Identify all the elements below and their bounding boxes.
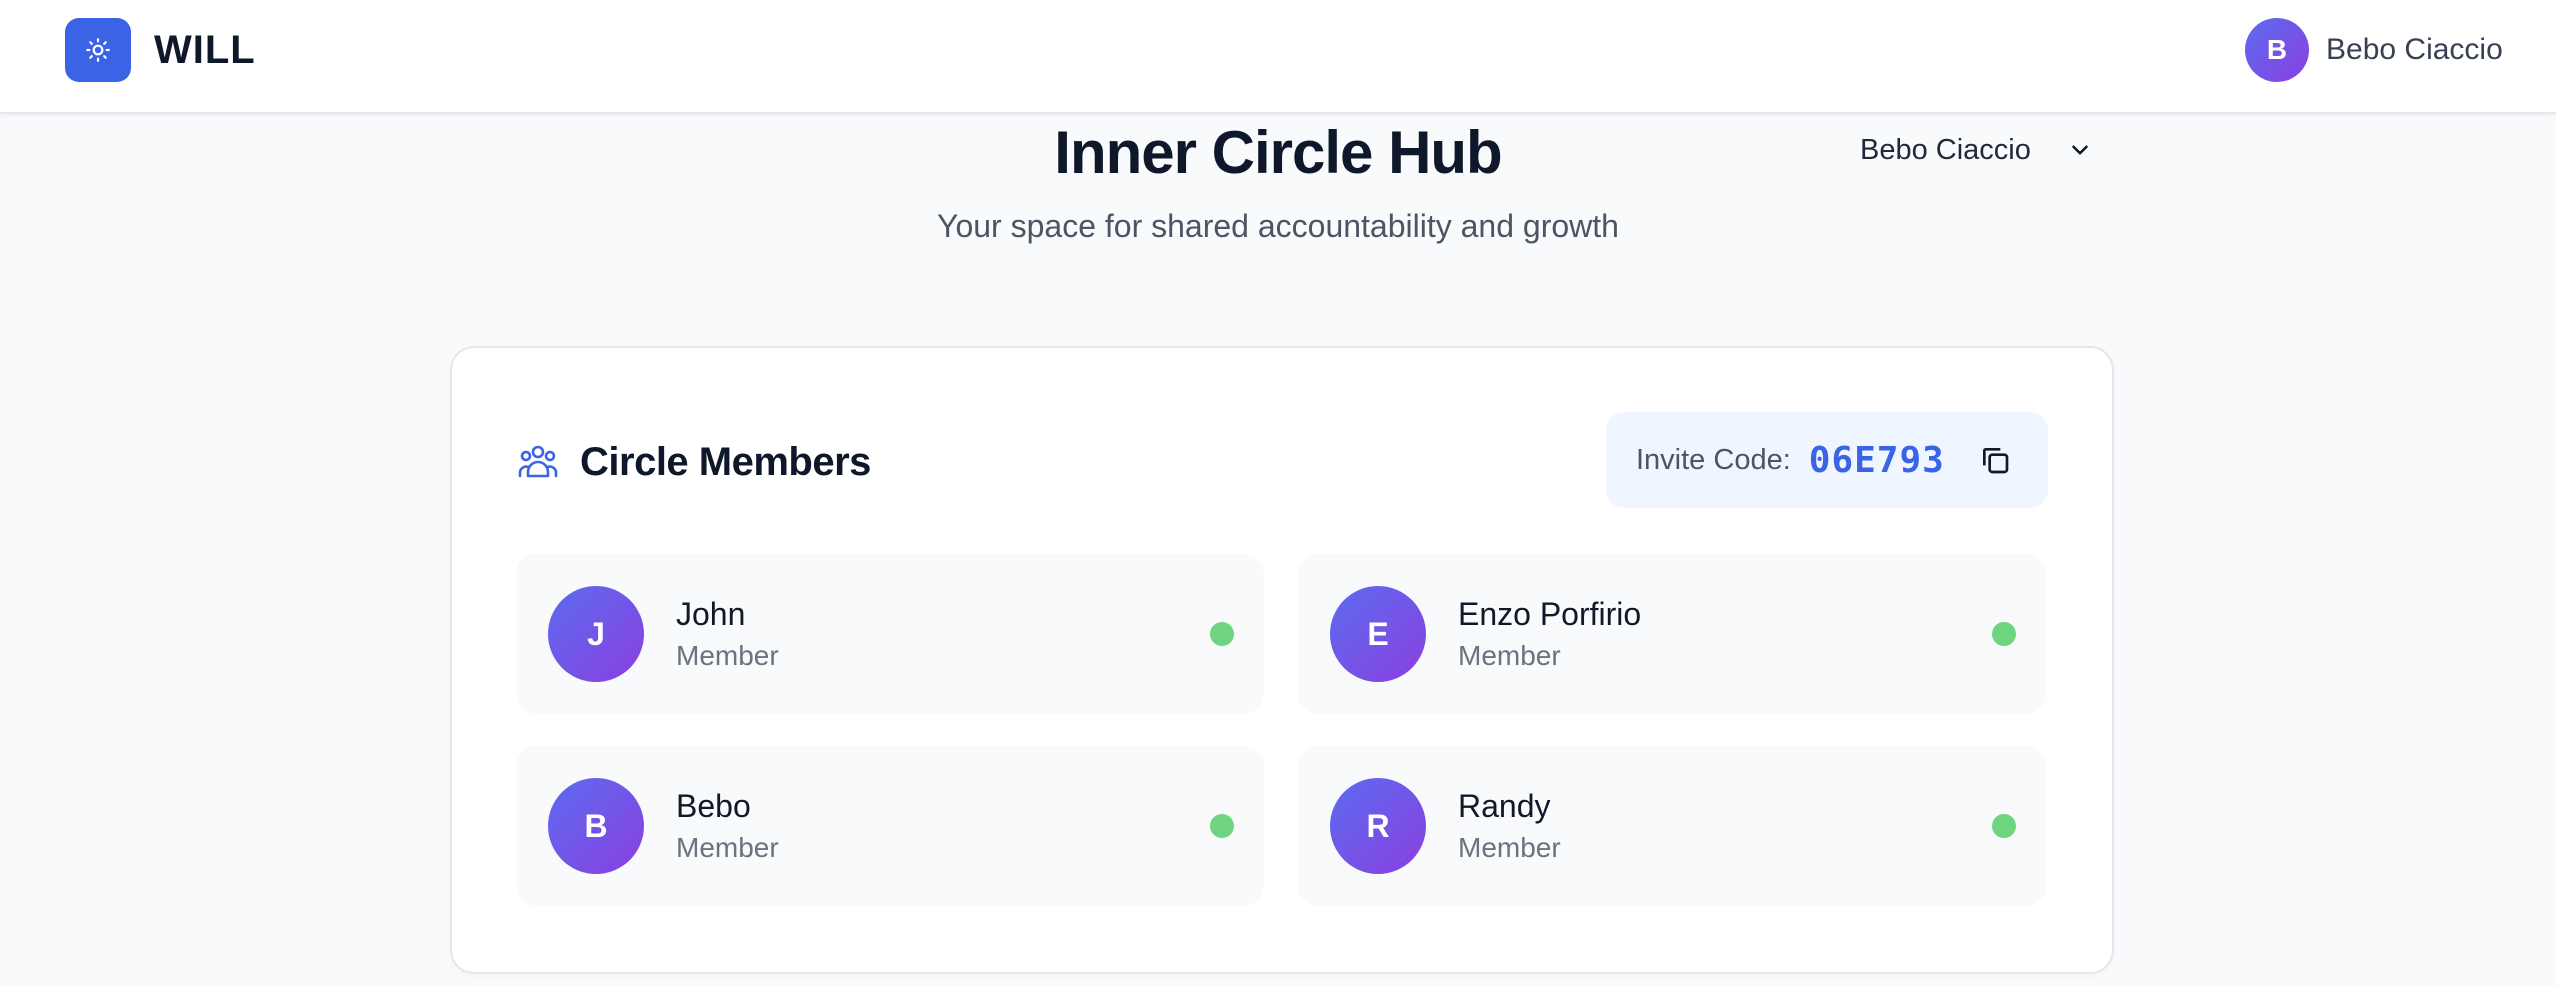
users-group-icon — [518, 445, 558, 478]
member-name: Enzo Porfirio — [1458, 596, 1642, 632]
invite-code-box: Invite Code: 06E793 — [1606, 412, 2048, 508]
section-title: Circle Members — [580, 440, 871, 484]
online-status-dot — [1210, 622, 1234, 646]
online-status-dot — [1992, 814, 2016, 838]
invite-code-value[interactable]: 06E793 — [1809, 440, 1945, 481]
member-role: Member — [1458, 832, 1561, 863]
member-card[interactable]: J John Member — [516, 554, 1264, 714]
member-card[interactable]: E Enzo Porfirio Member — [1298, 554, 2046, 714]
member-card[interactable]: R Randy Member — [1298, 746, 2046, 906]
user-avatar[interactable]: B — [2245, 18, 2309, 82]
user-select-dropdown[interactable]: Bebo Ciaccio — [1860, 128, 2093, 172]
top-navigation-bar: WILL B Bebo Ciaccio — [0, 0, 2556, 114]
app-logo[interactable] — [65, 18, 131, 82]
member-role: Member — [676, 640, 779, 671]
avatar: R — [1330, 778, 1426, 874]
copy-invite-code-button[interactable] — [1975, 440, 2015, 480]
sun-icon — [86, 38, 110, 62]
page-title: Inner Circle Hub — [1054, 119, 1502, 186]
copy-icon — [1982, 448, 2009, 474]
circle-members-card: Circle Members Invite Code: 06E793 J Joh… — [450, 346, 2114, 974]
avatar: B — [548, 778, 644, 874]
avatar: E — [1330, 586, 1426, 682]
avatar: J — [548, 586, 644, 682]
member-role: Member — [676, 832, 779, 863]
member-name: Randy — [1458, 788, 1551, 824]
page-subtitle: Your space for shared accountability and… — [937, 208, 1619, 244]
user-select-value: Bebo Ciaccio — [1860, 133, 2031, 166]
member-name: John — [676, 596, 746, 632]
chevron-down-icon — [2072, 145, 2088, 155]
invite-code-label: Invite Code: — [1636, 443, 1791, 476]
member-card[interactable]: B Bebo Member — [516, 746, 1264, 906]
member-name: Bebo — [676, 788, 751, 824]
app-name[interactable]: WILL — [154, 24, 256, 76]
user-name[interactable]: Bebo Ciaccio — [2326, 30, 2503, 70]
online-status-dot — [1210, 814, 1234, 838]
member-role: Member — [1458, 640, 1561, 671]
online-status-dot — [1992, 622, 2016, 646]
